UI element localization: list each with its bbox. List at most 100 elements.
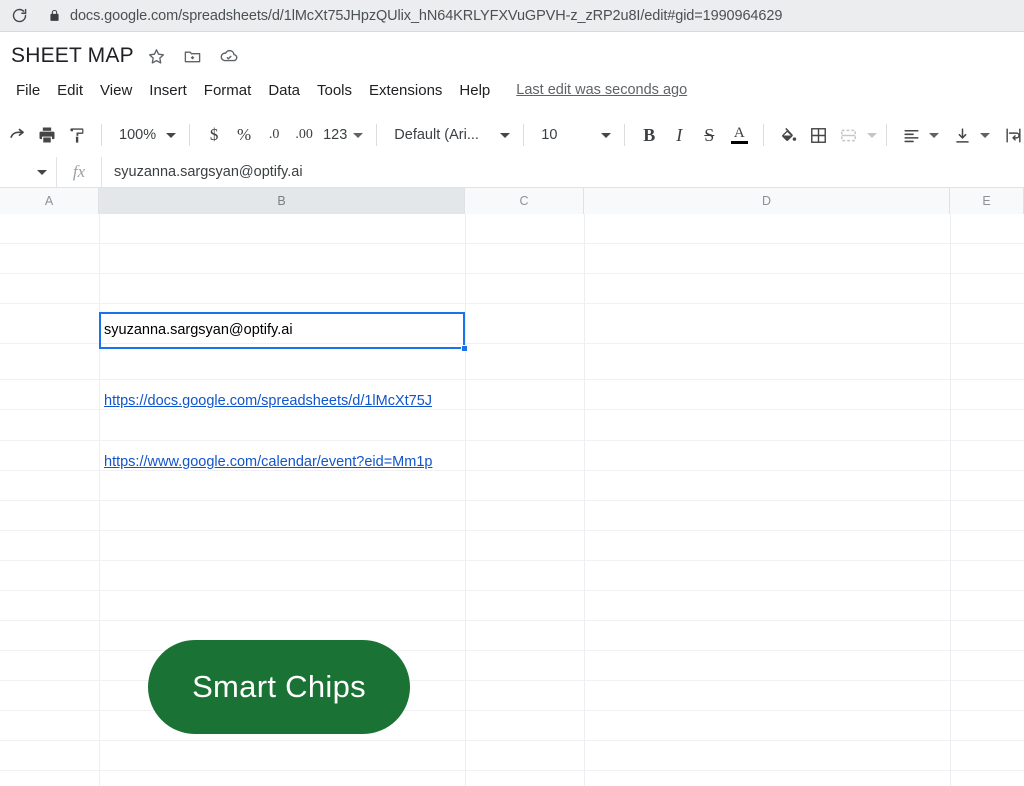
paint-format-icon[interactable]: [62, 120, 92, 150]
last-edit-status[interactable]: Last edit was seconds ago: [516, 82, 687, 98]
gridline-vertical: [465, 214, 466, 786]
zoom-selector[interactable]: 100%: [111, 120, 180, 150]
chevron-down-icon: [37, 169, 47, 175]
fill-handle[interactable]: [461, 345, 468, 352]
percent-format-button[interactable]: %: [229, 120, 259, 150]
strikethrough-button[interactable]: S: [694, 120, 724, 150]
increase-decimal-button[interactable]: .00: [289, 120, 319, 150]
gridline-horizontal: [0, 740, 1024, 741]
menu-item-extensions[interactable]: Extensions: [362, 79, 449, 102]
percent-label: %: [237, 125, 252, 144]
toolbar-divider: [101, 124, 102, 146]
more-formats-selector[interactable]: 123: [319, 120, 367, 150]
increase-decimal-label: .00: [295, 127, 313, 142]
gridline-horizontal: [0, 590, 1024, 591]
print-icon[interactable]: [32, 120, 62, 150]
gridline-horizontal: [0, 303, 1024, 304]
document-title-row: SHEET MAP: [0, 38, 242, 74]
font-size-value: 10: [541, 127, 558, 143]
sheets-header: SHEET MAP File Edit View Insert Format D…: [0, 33, 1024, 111]
move-to-folder-icon[interactable]: [180, 43, 206, 69]
horizontal-align-icon[interactable]: [896, 120, 926, 150]
column-header-row: A B C D E: [0, 188, 1024, 214]
menu-item-edit[interactable]: Edit: [50, 79, 90, 102]
fx-icon: fx: [56, 157, 102, 187]
address-bar[interactable]: docs.google.com/spreadsheets/d/1lMcXt75J…: [38, 2, 1016, 29]
redo-icon[interactable]: [2, 120, 32, 150]
fill-color-icon[interactable]: [773, 120, 803, 150]
gridline-horizontal: [0, 560, 1024, 561]
chevron-down-icon[interactable]: [867, 132, 878, 138]
menu-item-data[interactable]: Data: [261, 79, 307, 102]
gridline-vertical: [950, 214, 951, 786]
gridline-horizontal: [0, 530, 1024, 531]
menu-item-file[interactable]: File: [9, 79, 47, 102]
strikethrough-label: S: [704, 124, 715, 145]
text-color-button[interactable]: A: [724, 120, 754, 150]
currency-format-button[interactable]: $: [199, 120, 229, 150]
smart-chips-label-pill: Smart Chips: [148, 640, 410, 734]
menu-bar: File Edit View Insert Format Data Tools …: [0, 75, 687, 105]
menu-item-insert[interactable]: Insert: [142, 79, 194, 102]
column-header-a[interactable]: A: [0, 188, 99, 214]
menu-item-tools[interactable]: Tools: [310, 79, 359, 102]
cell-b6-sheet-link[interactable]: https://docs.google.com/spreadsheets/d/1…: [104, 389, 463, 413]
gridline-horizontal: [0, 620, 1024, 621]
decrease-decimal-label: .0: [268, 127, 280, 142]
gridline-horizontal: [0, 379, 1024, 380]
more-formats-label: 123: [323, 127, 348, 143]
text-wrap-icon[interactable]: [998, 120, 1024, 150]
reload-icon[interactable]: [4, 1, 34, 31]
chevron-down-icon: [601, 132, 612, 138]
menu-item-view[interactable]: View: [93, 79, 139, 102]
vertical-align-icon[interactable]: [947, 120, 977, 150]
toolbar-divider: [523, 124, 525, 146]
formula-input[interactable]: syuzanna.sargsyan@optify.ai: [102, 157, 1024, 187]
menu-item-help[interactable]: Help: [452, 79, 497, 102]
zoom-value: 100%: [119, 127, 157, 143]
borders-icon[interactable]: [803, 120, 833, 150]
chevron-down-icon[interactable]: [929, 132, 940, 138]
merge-cells-icon[interactable]: [833, 120, 863, 150]
font-family-selector[interactable]: Default (Ari...: [386, 120, 514, 150]
browser-omnibox-bar: docs.google.com/spreadsheets/d/1lMcXt75J…: [0, 0, 1024, 32]
star-icon[interactable]: [144, 43, 170, 69]
font-size-selector[interactable]: 10: [533, 120, 615, 150]
chevron-down-icon[interactable]: [980, 132, 991, 138]
column-header-e[interactable]: E: [950, 188, 1024, 214]
toolbar-divider: [376, 124, 378, 146]
text-color-label: A: [733, 125, 745, 141]
chevron-down-icon: [166, 132, 177, 138]
cell-b8-calendar-link[interactable]: https://www.google.com/calendar/event?ei…: [104, 450, 463, 474]
gridline-horizontal: [0, 650, 1024, 651]
text-color-swatch: [730, 141, 748, 144]
toolbar-divider: [189, 124, 191, 146]
drive-sync-cloud-icon[interactable]: [216, 43, 242, 69]
smart-chips-label: Smart Chips: [192, 669, 366, 704]
page-title[interactable]: SHEET MAP: [11, 44, 134, 68]
toolbar-divider: [886, 124, 888, 146]
toolbar-divider: [763, 124, 765, 146]
font-family-value: Default (Ari...: [394, 127, 479, 143]
decrease-decimal-button[interactable]: .0: [259, 120, 289, 150]
chevron-down-icon: [353, 132, 364, 138]
bold-button[interactable]: B: [634, 120, 664, 150]
menu-item-format[interactable]: Format: [197, 79, 259, 102]
column-header-c[interactable]: C: [465, 188, 584, 214]
formula-bar: fx syuzanna.sargsyan@optify.ai: [0, 157, 1024, 188]
gridline-vertical: [99, 214, 100, 786]
column-header-d[interactable]: D: [584, 188, 950, 214]
name-box[interactable]: [0, 157, 56, 187]
column-header-b[interactable]: B: [99, 188, 465, 214]
italic-button[interactable]: I: [664, 120, 694, 150]
selected-cell-outline[interactable]: [99, 312, 465, 349]
italic-label: I: [676, 124, 683, 145]
toolbar-divider: [624, 124, 626, 146]
bold-label: B: [643, 124, 656, 145]
gridline-horizontal: [0, 770, 1024, 771]
gridline-vertical: [584, 214, 585, 786]
url-text: docs.google.com/spreadsheets/d/1lMcXt75J…: [70, 7, 783, 24]
gridline-horizontal: [0, 440, 1024, 441]
gridline-horizontal: [0, 500, 1024, 501]
toolbar: 100% $ % .0 .00 123 Default (Ari... 10 B…: [0, 114, 1024, 156]
